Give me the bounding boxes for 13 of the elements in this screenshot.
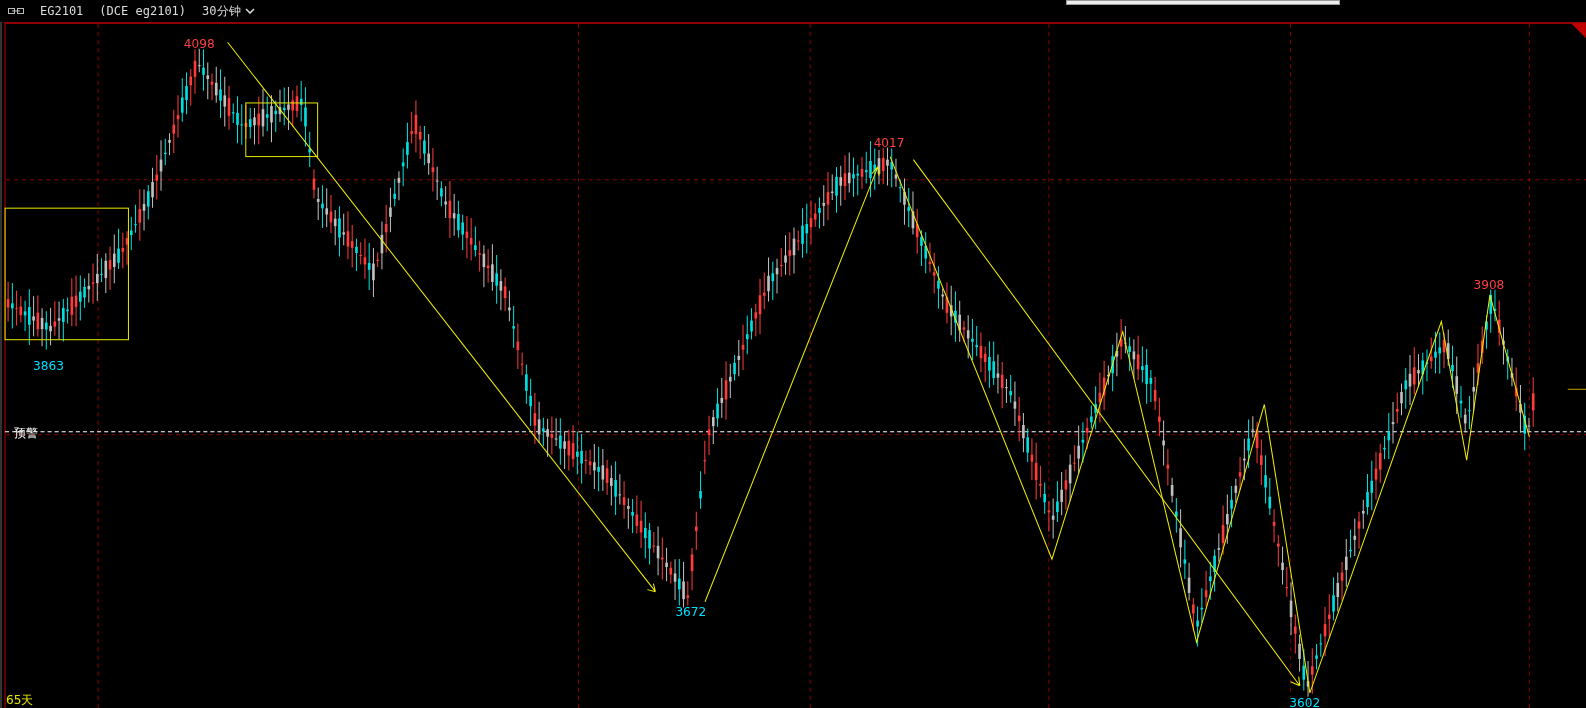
link-icon[interactable] <box>8 7 24 15</box>
price-label: 3602 <box>1289 696 1321 708</box>
price-label: 4098 <box>183 37 215 52</box>
period-dropdown[interactable]: 30分钟 <box>202 2 255 20</box>
contract-name: (DCE eg2101) <box>99 3 187 20</box>
day-span-label: 65天 <box>6 692 34 707</box>
chevron-down-icon <box>244 8 255 14</box>
price-label: 3863 <box>33 359 64 374</box>
alert-line-label: 预警 <box>14 425 39 440</box>
symbol-code: EG2101 <box>40 3 84 20</box>
price-tick-mark <box>1567 388 1586 390</box>
price-label: 3672 <box>675 604 707 619</box>
corner-marker <box>1570 23 1586 39</box>
